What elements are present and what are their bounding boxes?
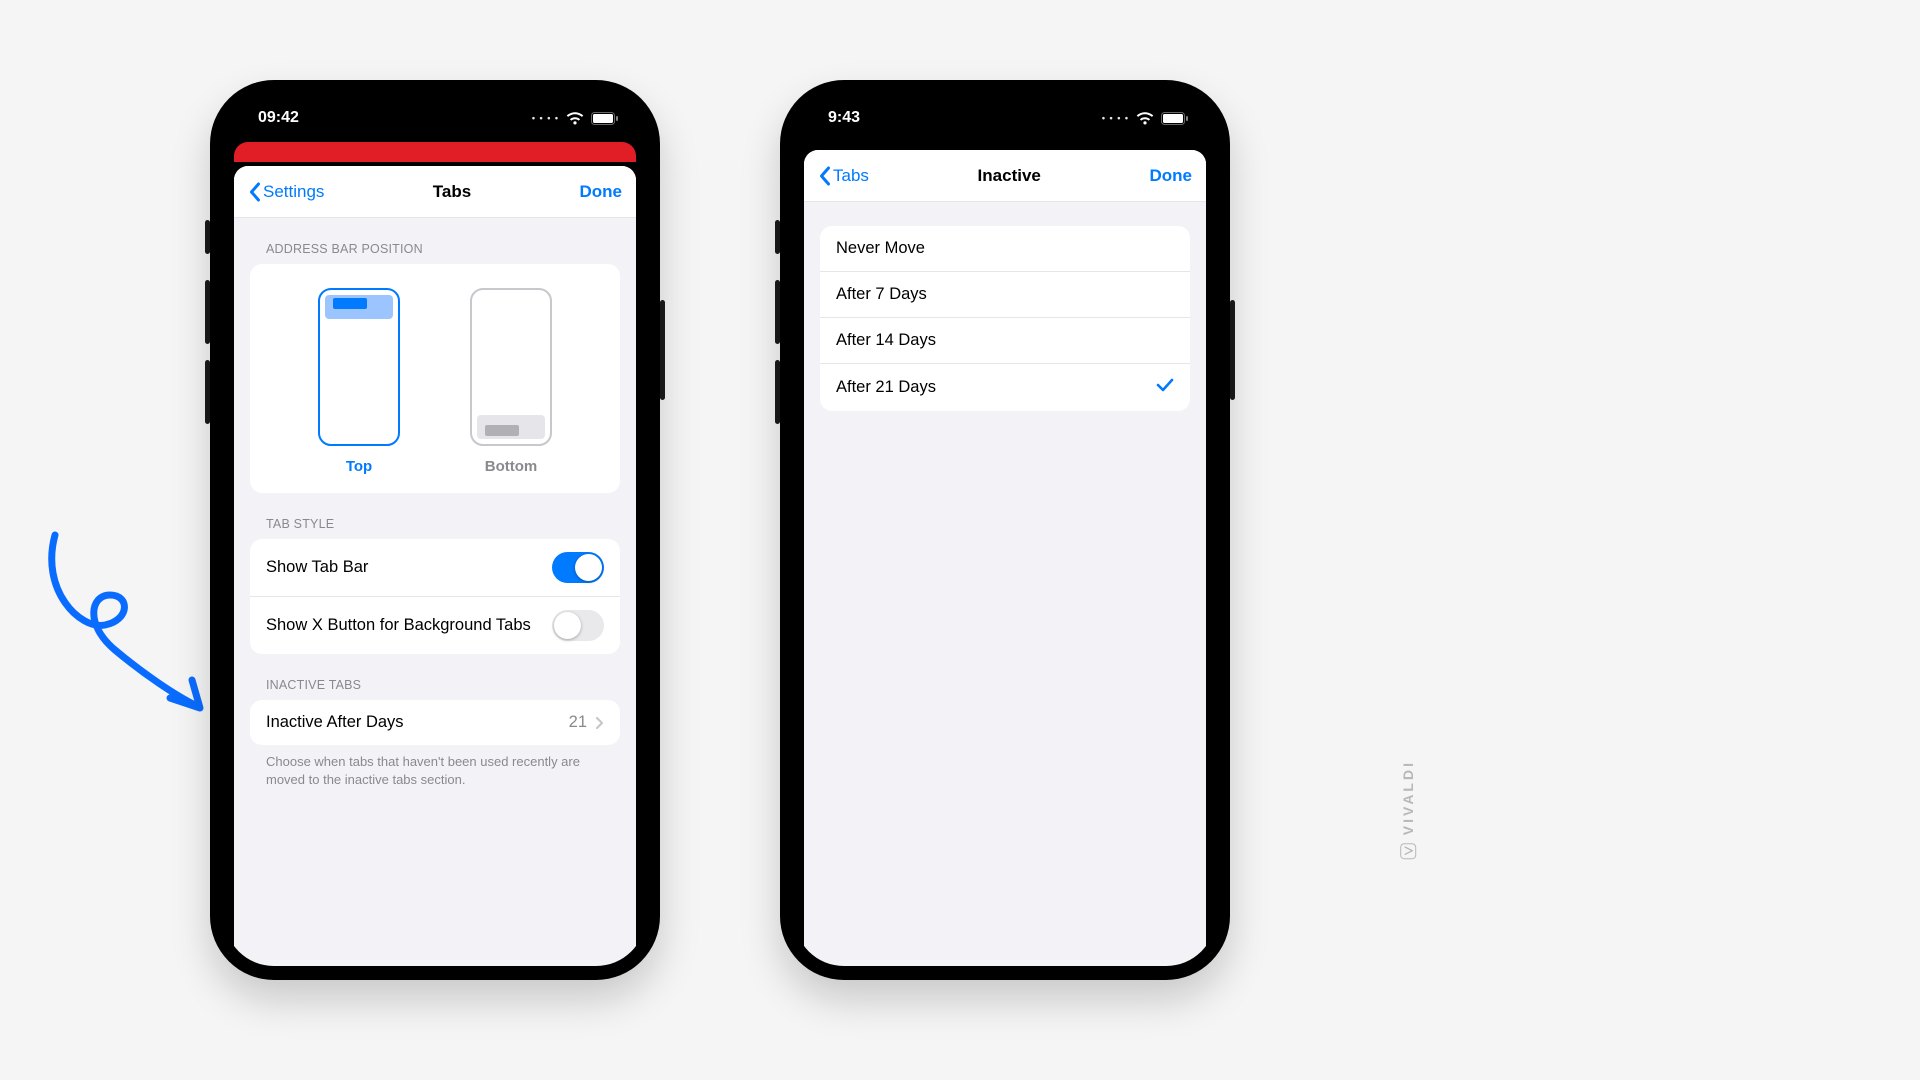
status-time: 9:43 — [828, 109, 860, 127]
option-label-bottom: Bottom — [485, 458, 538, 475]
battery-icon — [591, 112, 618, 125]
option-label: After 7 Days — [836, 285, 927, 304]
phone-tabs-settings: 09:42 • • • • — [210, 80, 660, 980]
section-header-tab-style: TAB STYLE — [234, 493, 636, 539]
chevron-left-icon — [818, 166, 831, 186]
row-show-x-button: Show X Button for Background Tabs — [250, 596, 620, 654]
section-footer-inactive-tabs: Choose when tabs that haven't been used … — [234, 745, 636, 789]
row-show-tab-bar: Show Tab Bar — [250, 539, 620, 596]
vivaldi-logo-icon — [1400, 843, 1416, 859]
back-button[interactable]: Tabs — [818, 166, 869, 186]
watermark-text: VIVALDI — [1400, 760, 1416, 835]
nav-title: Inactive — [978, 166, 1041, 186]
option-label: Never Move — [836, 239, 925, 258]
annotation-arrow — [30, 530, 220, 730]
wifi-icon — [566, 112, 584, 125]
row-label: Inactive After Days — [266, 713, 404, 732]
nav-bar: Settings Tabs Done — [234, 166, 636, 218]
status-time: 09:42 — [258, 109, 299, 127]
chevron-right-icon — [595, 716, 604, 730]
inactive-option-row[interactable]: After 7 Days — [820, 271, 1190, 317]
address-bar-option-top[interactable]: Top — [318, 288, 400, 475]
back-label: Tabs — [833, 166, 869, 186]
cellular-icon: • • • • — [1102, 113, 1129, 123]
option-label: After 14 Days — [836, 331, 936, 350]
inactive-options-list: Never Move After 7 Days After 14 Days After… — [820, 226, 1190, 411]
battery-icon — [1161, 112, 1188, 125]
row-value: 21 — [569, 713, 587, 732]
vivaldi-watermark: VIVALDI — [1400, 760, 1416, 859]
background-app-banner — [234, 142, 636, 162]
row-label: Show Tab Bar — [266, 558, 368, 577]
cellular-icon: • • • • — [532, 113, 559, 123]
checkmark-icon — [1156, 377, 1174, 398]
back-button[interactable]: Settings — [248, 182, 324, 202]
inactive-option-row[interactable]: After 14 Days — [820, 317, 1190, 363]
done-button[interactable]: Done — [1149, 166, 1192, 186]
row-inactive-after-days[interactable]: Inactive After Days 21 — [250, 700, 620, 745]
chevron-left-icon — [248, 182, 261, 202]
back-label: Settings — [263, 182, 324, 202]
section-header-inactive-tabs: INACTIVE TABS — [234, 654, 636, 700]
inactive-option-row[interactable]: Never Move — [820, 226, 1190, 271]
done-button[interactable]: Done — [579, 182, 622, 202]
nav-bar: Tabs Inactive Done — [804, 150, 1206, 202]
address-bar-option-bottom[interactable]: Bottom — [470, 288, 552, 475]
option-label: After 21 Days — [836, 378, 936, 397]
section-header-address-bar: ADDRESS BAR POSITION — [234, 218, 636, 264]
inactive-option-row[interactable]: After 21 Days — [820, 363, 1190, 411]
phone-inactive-settings: 9:43 • • • • — [780, 80, 1230, 980]
wifi-icon — [1136, 112, 1154, 125]
nav-title: Tabs — [433, 182, 471, 202]
row-label: Show X Button for Background Tabs — [266, 616, 531, 635]
option-label-top: Top — [346, 458, 372, 475]
toggle-show-tab-bar[interactable] — [552, 552, 604, 583]
toggle-show-x-button[interactable] — [552, 610, 604, 641]
